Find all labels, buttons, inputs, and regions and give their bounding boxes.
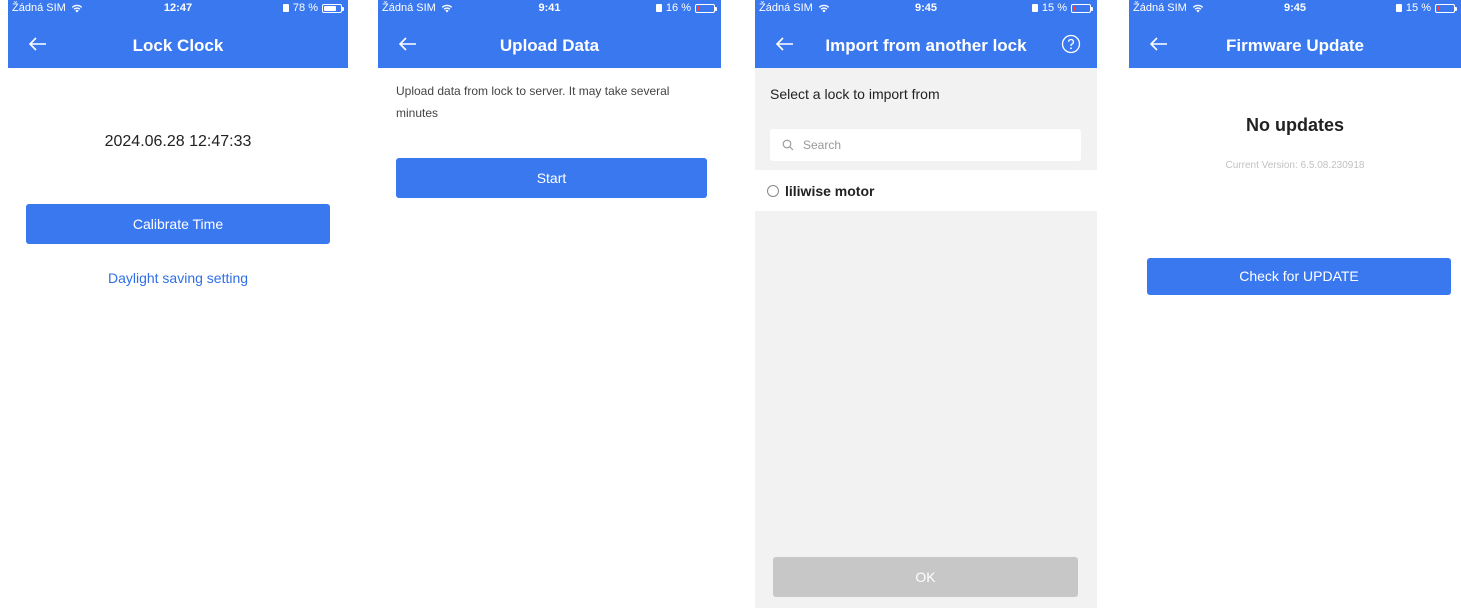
battery-icon (695, 3, 717, 13)
firmware-update-screen: Žádná SIM 9:45 15 % Firmware Update No u… (1129, 0, 1461, 608)
battery-percent: 15 % (1405, 2, 1431, 14)
nav-bar: Lock Clock (8, 20, 348, 68)
search-icon (782, 139, 794, 151)
lock-clock-screen: Žádná SIM 12:47 78 % Lock Clock 2024.06.… (8, 0, 348, 608)
status-bar: Žádná SIM 9:41 16 % (378, 0, 721, 20)
battery-percent: 16 % (665, 2, 691, 14)
radio-button[interactable] (767, 184, 779, 197)
import-lock-screen: Žádná SIM 9:45 15 % Import from another … (755, 0, 1097, 608)
calibrate-time-button[interactable]: Calibrate Time (26, 204, 330, 244)
search-input[interactable] (801, 137, 1075, 153)
start-button[interactable]: Start (396, 158, 707, 198)
page-title: Lock Clock (132, 36, 224, 55)
ok-button[interactable]: OK (773, 557, 1078, 597)
update-status-title: No updates (1245, 115, 1344, 135)
nav-bar: Firmware Update (1129, 20, 1461, 68)
daylight-saving-link[interactable]: Daylight saving setting (8, 270, 348, 286)
upload-description: Upload data from lock to server. It may … (396, 84, 670, 120)
current-version: Current Version: 6.5.08.230918 (1225, 160, 1365, 171)
battery-percent: 78 % (292, 2, 318, 14)
battery-percent: 15 % (1041, 2, 1067, 14)
page-title: Import from another lock (825, 36, 1027, 55)
orientation-lock-icon (1031, 4, 1038, 12)
nav-bar: Import from another lock (755, 20, 1097, 68)
select-lock-label: Select a lock to import from (770, 86, 940, 102)
battery-icon (1435, 3, 1457, 13)
status-bar: Žádná SIM 12:47 78 % (8, 0, 348, 20)
lock-list-item[interactable]: liliwise motor (755, 170, 1097, 211)
orientation-lock-icon (655, 4, 662, 12)
battery-icon (322, 3, 344, 13)
status-bar: Žádná SIM 9:45 15 % (755, 0, 1097, 20)
check-update-button[interactable]: Check for UPDATE (1147, 258, 1451, 295)
lock-clock-value: 2024.06.28 12:47:33 (104, 133, 252, 150)
page-title: Firmware Update (1226, 36, 1364, 55)
orientation-lock-icon (1395, 4, 1402, 12)
orientation-lock-icon (282, 4, 289, 12)
search-box (770, 129, 1081, 161)
help-icon[interactable] (1061, 34, 1081, 54)
page-title: Upload Data (499, 36, 600, 55)
lock-name: liliwise motor (785, 182, 875, 199)
upload-data-screen: Žádná SIM 9:41 16 % Upload Data Upload d… (378, 0, 721, 608)
nav-bar: Upload Data (378, 20, 721, 68)
battery-icon (1071, 3, 1093, 13)
status-bar: Žádná SIM 9:45 15 % (1129, 0, 1461, 20)
